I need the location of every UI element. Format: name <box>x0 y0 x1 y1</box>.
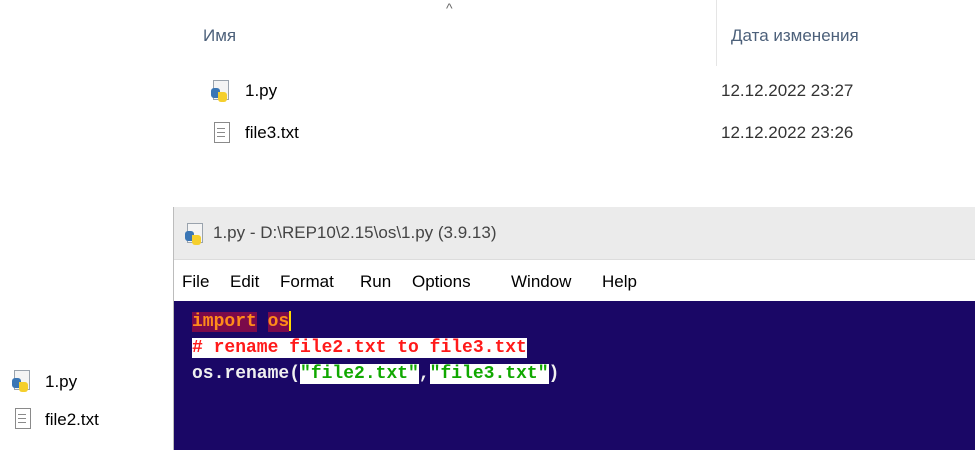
python-app-icon <box>185 223 205 245</box>
window-titlebar[interactable]: 1.py - D:\REP10\2.15\os\1.py (3.9.13) <box>174 207 975 260</box>
menu-help[interactable]: Help <box>602 272 637 292</box>
file-name: 1.py <box>45 372 78 391</box>
python-file-icon <box>211 80 231 102</box>
column-separator[interactable] <box>716 0 717 66</box>
menu-file[interactable]: File <box>182 272 209 292</box>
string-arg-2: "file3.txt" <box>429 364 549 384</box>
column-header-bar: ^ Имя Дата изменения <box>173 0 975 66</box>
explorer-file-list: ^ Имя Дата изменения 1.py 12.12.2022 23:… <box>173 0 975 200</box>
code-line-3: os.rename("file2.txt","file3.txt") <box>192 364 560 384</box>
comment: # rename file2.txt to file3.txt <box>192 338 527 358</box>
code-editor[interactable]: import os # rename file2.txt to file3.tx… <box>174 301 975 450</box>
file-name: file2.txt <box>45 410 99 429</box>
keyword-import: import <box>192 312 257 332</box>
left-file-file2-txt[interactable]: file2.txt <box>0 404 173 434</box>
menu-bar: File Edit Format Run Options Window Help <box>174 267 975 299</box>
window-title: 1.py - D:\REP10\2.15\os\1.py (3.9.13) <box>213 223 497 242</box>
file-row-file3-txt[interactable]: file3.txt 12.12.2022 23:26 <box>173 118 975 148</box>
code-line-2: # rename file2.txt to file3.txt <box>192 335 527 361</box>
text-file-icon <box>12 408 32 430</box>
text-cursor <box>289 311 292 332</box>
idle-editor-window: 1.py - D:\REP10\2.15\os\1.py (3.9.13) Fi… <box>173 207 975 450</box>
file-row-1-py[interactable]: 1.py 12.12.2022 23:27 <box>173 76 975 106</box>
column-header-name[interactable]: Имя <box>203 26 236 46</box>
file-name: file3.txt <box>245 123 299 142</box>
call-suffix: ) <box>548 364 560 384</box>
call-prefix: os.rename( <box>192 364 301 384</box>
file-name: 1.py <box>245 81 278 100</box>
left-file-list: 1.py file2.txt <box>0 364 173 450</box>
file-date: 12.12.2022 23:27 <box>721 81 854 100</box>
menu-window[interactable]: Window <box>511 272 571 292</box>
menu-options[interactable]: Options <box>412 272 471 292</box>
menu-edit[interactable]: Edit <box>230 272 259 292</box>
module-name: os <box>267 312 290 332</box>
left-file-1-py[interactable]: 1.py <box>0 366 173 396</box>
column-header-date[interactable]: Дата изменения <box>731 26 859 46</box>
string-arg-1: "file2.txt" <box>300 364 419 384</box>
code-line-1: import os <box>192 309 292 335</box>
menu-format[interactable]: Format <box>280 272 334 292</box>
text-file-icon <box>211 122 231 144</box>
menu-run[interactable]: Run <box>360 272 391 292</box>
sort-indicator: ^ <box>446 0 453 16</box>
python-file-icon <box>12 370 32 392</box>
file-date: 12.12.2022 23:26 <box>721 123 854 142</box>
